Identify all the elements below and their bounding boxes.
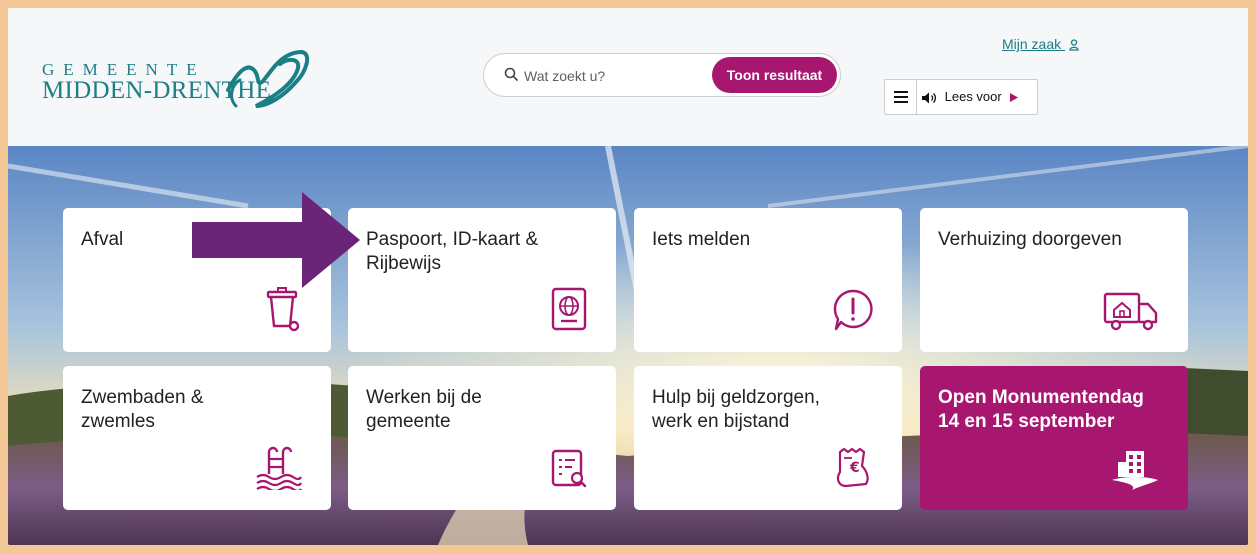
menu-bar-icon bbox=[894, 91, 908, 93]
readspeaker-bar: Lees voor bbox=[884, 79, 1038, 115]
tile-open-monumentendag[interactable]: Open Monumentendag 14 en 15 september bbox=[920, 366, 1188, 510]
moving-truck-icon bbox=[1103, 292, 1158, 331]
tile-label: Iets melden bbox=[652, 229, 751, 250]
hero-section: Afval Paspoort, ID-kaart & Rijbewijs Iet… bbox=[8, 146, 1248, 545]
alert-bubble-icon bbox=[833, 289, 873, 331]
tile-verhuizing[interactable]: Verhuizing doorgeven bbox=[920, 208, 1188, 352]
search-bar: Toon resultaat bbox=[483, 53, 841, 97]
tile-paspoort[interactable]: Paspoort, ID-kaart & Rijbewijs bbox=[348, 208, 616, 352]
tile-label: Hulp bij geldzorgen, werk en bijstand bbox=[652, 387, 820, 432]
lees-voor-label: Lees voor bbox=[944, 89, 1002, 104]
menu-bar-icon bbox=[894, 96, 908, 98]
monument-building-icon bbox=[1112, 451, 1158, 490]
logo[interactable]: GEMEENTE MIDDEN-DRENTHE bbox=[42, 46, 312, 116]
svg-text:€: € bbox=[849, 460, 860, 476]
tile-label: Verhuizing doorgeven bbox=[938, 229, 1122, 250]
user-icon bbox=[1069, 39, 1079, 51]
tile-label: Werken bij de gemeente bbox=[366, 387, 482, 432]
money-receipt-icon: € bbox=[836, 447, 869, 488]
swimming-pool-icon bbox=[256, 446, 302, 490]
trash-bin-icon bbox=[266, 287, 300, 332]
play-icon bbox=[1010, 93, 1019, 103]
passport-icon bbox=[551, 287, 587, 331]
tile-label: Zwembaden & zwemles bbox=[81, 387, 204, 432]
lees-voor-button[interactable]: Lees voor bbox=[921, 80, 1019, 114]
tile-label: Paspoort, ID-kaart & Rijbewijs bbox=[366, 229, 539, 274]
tile-zwembaden[interactable]: Zwembaden & zwemles bbox=[63, 366, 331, 510]
speaker-icon bbox=[922, 92, 937, 104]
highlight-arrow-icon bbox=[192, 192, 360, 288]
page-frame: GEMEENTE MIDDEN-DRENTHE Toon resultaat M… bbox=[8, 8, 1248, 545]
search-input[interactable] bbox=[522, 64, 706, 88]
search-icon bbox=[504, 67, 518, 81]
menu-bar-icon bbox=[894, 101, 908, 103]
logo-swoosh-icon bbox=[226, 49, 310, 108]
readspeaker-menu-button[interactable] bbox=[885, 80, 917, 114]
mijn-zaak-label: Mijn zaak bbox=[1002, 36, 1062, 52]
search-submit-button[interactable]: Toon resultaat bbox=[712, 57, 837, 93]
tile-hulp-geldzorgen[interactable]: Hulp bij geldzorgen, werk en bijstand € bbox=[634, 366, 902, 510]
job-document-icon bbox=[551, 449, 587, 488]
tile-iets-melden[interactable]: Iets melden bbox=[634, 208, 902, 352]
tile-werken-bij[interactable]: Werken bij de gemeente bbox=[348, 366, 616, 510]
mijn-zaak-link[interactable]: Mijn zaak bbox=[1002, 36, 1079, 52]
site-header: GEMEENTE MIDDEN-DRENTHE Toon resultaat M… bbox=[8, 8, 1248, 146]
tile-label: Afval bbox=[81, 229, 124, 250]
tile-label: Open Monumentendag 14 en 15 september bbox=[938, 387, 1144, 432]
